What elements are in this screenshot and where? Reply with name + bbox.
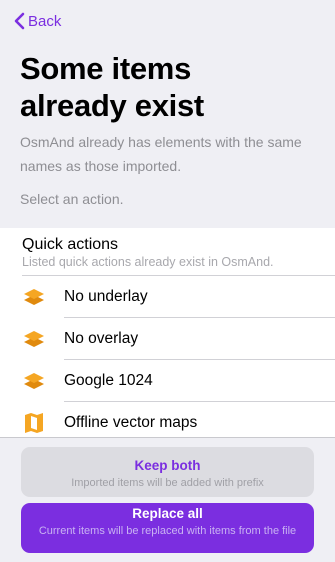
list-item[interactable]: Google 1024	[0, 360, 335, 401]
chevron-left-icon	[14, 12, 25, 30]
replace-all-button[interactable]: Replace all Current items will be replac…	[21, 503, 314, 553]
layers-icon	[24, 330, 44, 347]
replace-all-label: Replace all	[132, 506, 203, 521]
list-item-label: Offline vector maps	[64, 413, 198, 431]
back-button[interactable]: Back	[14, 12, 61, 30]
map-icon	[25, 412, 43, 433]
layers-icon	[24, 288, 44, 305]
replace-all-subtitle: Current items will be replaced with item…	[38, 525, 297, 537]
keep-both-subtitle: Imported items will be added with prefix	[71, 477, 264, 489]
keep-both-label: Keep both	[134, 458, 201, 473]
list-item[interactable]: No overlay	[0, 318, 335, 359]
list-item-label: Google 1024	[64, 371, 153, 389]
layers-icon	[24, 372, 44, 389]
nav-bar: Back	[0, 0, 335, 44]
action-panel: Keep both Imported items will be added w…	[0, 437, 335, 562]
page-title: Some items already exist	[20, 51, 204, 123]
description: OsmAnd already has elements with the sam…	[20, 134, 302, 174]
keep-both-button[interactable]: Keep both Imported items will be added w…	[21, 447, 314, 497]
action-hint: Select an action.	[20, 191, 124, 207]
back-label: Back	[28, 12, 62, 30]
quick-actions-list: Quick actions Listed quick actions alrea…	[0, 228, 335, 437]
section-subtitle: Listed quick actions already exist in Os…	[22, 255, 274, 269]
section-title: Quick actions	[22, 236, 119, 253]
list-item[interactable]: No underlay	[0, 276, 335, 317]
list-item-label: No underlay	[64, 287, 148, 305]
list-item-label: No overlay	[64, 329, 139, 347]
